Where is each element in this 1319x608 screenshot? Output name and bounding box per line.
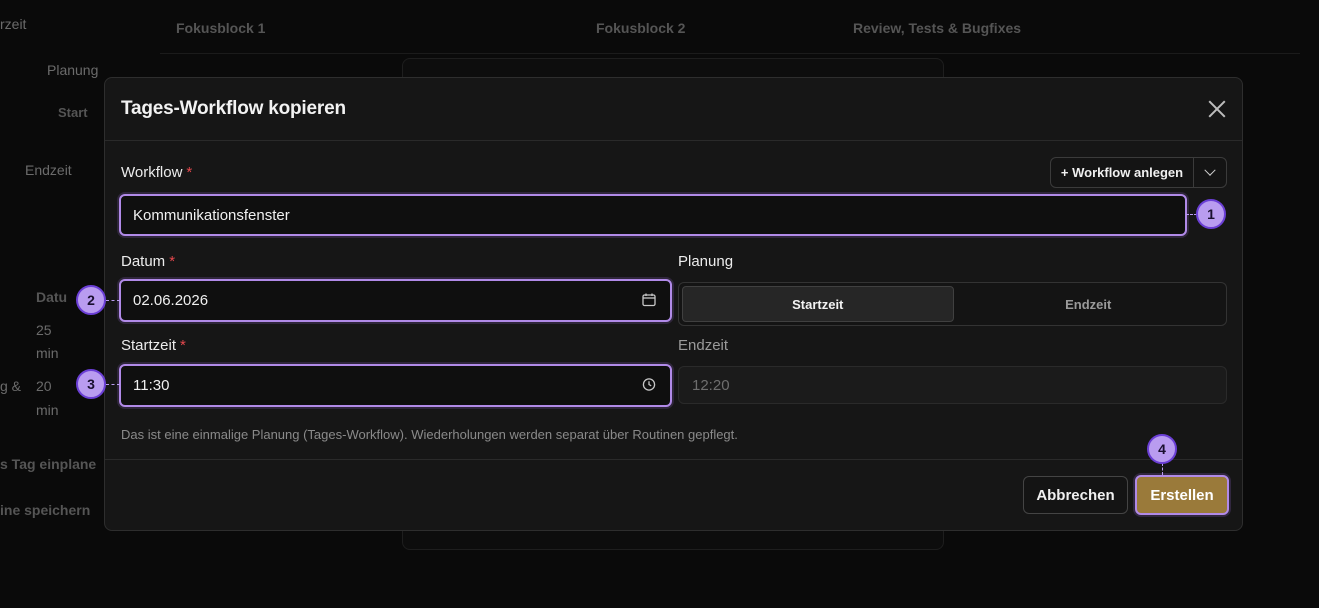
cancel-button[interactable]: Abbrechen bbox=[1023, 476, 1128, 514]
dialog-footer: Abbrechen Erstellen bbox=[105, 459, 1242, 530]
clock-icon[interactable] bbox=[642, 377, 656, 394]
datum-label-text: Datum bbox=[121, 253, 166, 270]
background-text: g & bbox=[0, 378, 22, 394]
copy-workflow-dialog: Tages-Workflow kopieren Workflow * + Work… bbox=[104, 77, 1243, 531]
create-button[interactable]: Erstellen bbox=[1135, 475, 1229, 515]
background-text: min bbox=[36, 345, 59, 361]
add-workflow-button[interactable]: + Workflow anlegen bbox=[1051, 158, 1194, 187]
required-mark: * bbox=[180, 337, 186, 354]
planning-hint: Das ist eine einmalige Planung (Tages-Wo… bbox=[121, 427, 738, 442]
add-workflow-dropdown[interactable] bbox=[1194, 158, 1226, 187]
endzeit-input: 12:20 bbox=[678, 366, 1227, 404]
required-mark: * bbox=[169, 253, 176, 270]
background-text: Start bbox=[58, 105, 88, 120]
endzeit-label: Endzeit bbox=[678, 337, 729, 354]
required-mark: * bbox=[186, 164, 193, 181]
dialog-header: Tages-Workflow kopieren bbox=[105, 78, 1242, 141]
startzeit-input[interactable]: 11:30 bbox=[119, 364, 672, 407]
chevron-down-icon bbox=[1204, 164, 1216, 176]
background-text: Endzeit bbox=[25, 162, 72, 178]
workflow-label-text: Workflow bbox=[121, 164, 183, 181]
endzeit-value: 12:20 bbox=[692, 376, 730, 394]
background-text: 25 bbox=[36, 322, 52, 338]
close-icon[interactable] bbox=[1206, 98, 1228, 120]
datum-input[interactable]: 02.06.2026 bbox=[119, 279, 672, 322]
datum-label: Datum * bbox=[121, 253, 175, 270]
calendar-icon[interactable] bbox=[642, 292, 656, 309]
background-text: Datu bbox=[36, 289, 68, 305]
startzeit-label: Startzeit * bbox=[121, 337, 186, 354]
background-tab-2: Fokusblock 2 bbox=[596, 20, 686, 36]
annotation-marker-1: 1 bbox=[1196, 199, 1226, 229]
background-text: ine speichern bbox=[0, 502, 91, 518]
workflow-value: Kommunikationsfenster bbox=[133, 206, 290, 224]
marker-connector bbox=[106, 384, 120, 385]
background-tab-1: Fokusblock 1 bbox=[176, 20, 266, 36]
annotation-marker-3: 3 bbox=[76, 369, 106, 399]
planung-option-endzeit[interactable]: Endzeit bbox=[954, 286, 1224, 322]
annotation-marker-2: 2 bbox=[76, 285, 106, 315]
background-text: min bbox=[36, 402, 59, 418]
background-text: 20 bbox=[36, 378, 52, 394]
planung-option-startzeit[interactable]: Startzeit bbox=[682, 286, 954, 322]
add-workflow-split-button: + Workflow anlegen bbox=[1050, 157, 1227, 188]
dialog-title: Tages-Workflow kopieren bbox=[121, 98, 346, 119]
startzeit-label-text: Startzeit bbox=[121, 337, 177, 354]
background-tab-3: Review, Tests & Bugfixes bbox=[853, 20, 1022, 36]
datum-value: 02.06.2026 bbox=[133, 292, 209, 309]
background-text: rzeit bbox=[0, 16, 27, 32]
planung-label: Planung bbox=[678, 253, 734, 270]
background-tab-bar bbox=[160, 12, 1300, 54]
workflow-label: Workflow * bbox=[121, 164, 192, 181]
annotation-marker-4: 4 bbox=[1147, 434, 1177, 464]
workflow-select[interactable]: Kommunikationsfenster bbox=[119, 194, 1187, 236]
marker-connector bbox=[106, 300, 120, 301]
background-text: Planung bbox=[47, 62, 99, 78]
planung-segmented-control: Startzeit Endzeit bbox=[678, 282, 1227, 326]
marker-connector bbox=[1162, 463, 1163, 475]
startzeit-value: 11:30 bbox=[133, 377, 170, 394]
background-text: s Tag einplane bbox=[0, 456, 97, 472]
